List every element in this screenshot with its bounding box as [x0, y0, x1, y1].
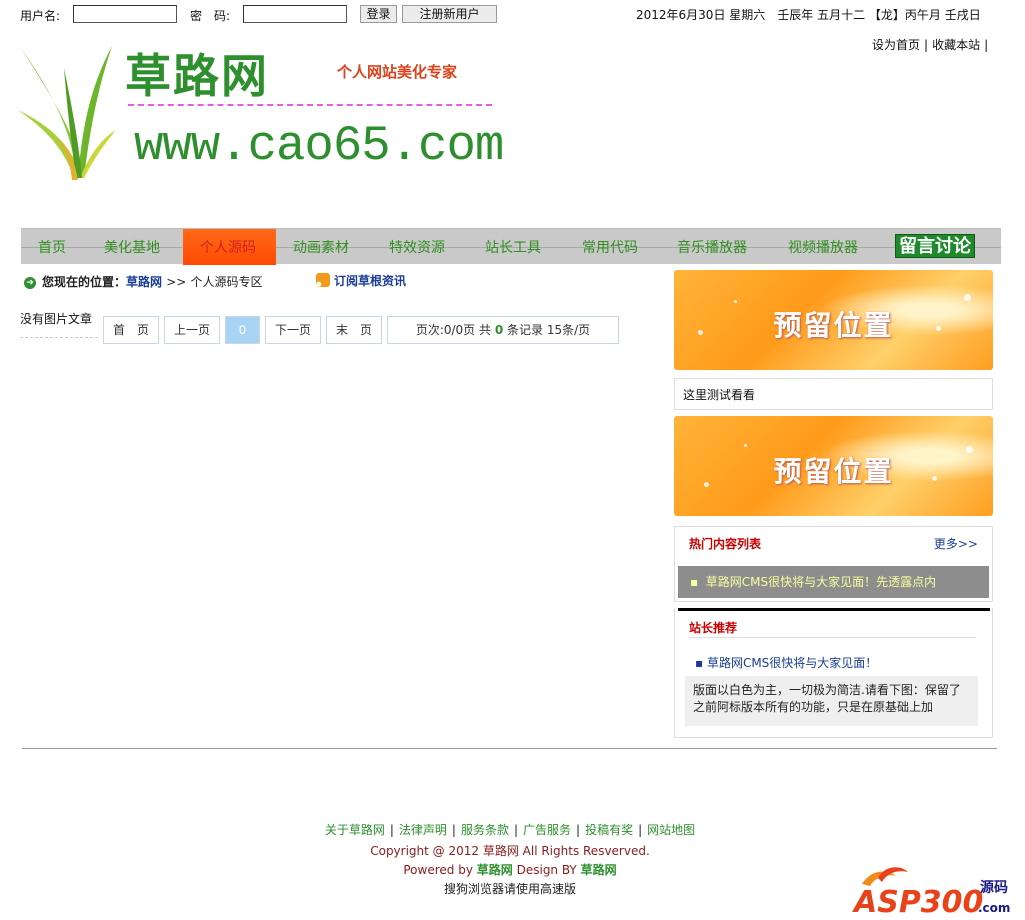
footer-link-ads[interactable]: 广告服务	[523, 823, 571, 837]
nav-item-home[interactable]: 首页	[38, 237, 66, 257]
nav-item-animation[interactable]: 动画素材	[293, 237, 349, 257]
pager-info: 页次:0/0页 共 0 条记录 15条/页	[387, 316, 619, 344]
hot-item-link[interactable]: 草路网CMS很快将与大家见面！先透露点内	[706, 575, 936, 589]
nav-item-effects[interactable]: 特效资源	[389, 237, 445, 257]
svg-text:.com: .com	[978, 901, 1010, 915]
pager-prev-button[interactable]: 上一页	[164, 316, 220, 344]
ad-banner-bottom[interactable]: 预留位置	[674, 416, 993, 516]
asp300-watermark-logo: ASP300 源码 .com	[852, 867, 1010, 917]
powered-name[interactable]: 草路网	[477, 863, 513, 877]
breadcrumb-separator: >>	[166, 275, 187, 289]
logo-divider	[128, 104, 492, 106]
hot-content-panel: 热门内容列表 更多>> ▪ 草路网CMS很快将与大家见面！先透露点内	[674, 526, 993, 602]
top-links: 设为首页 | 收藏本站 |	[872, 36, 992, 53]
set-home-link[interactable]: 设为首页	[872, 38, 920, 52]
hot-more-link[interactable]: 更多>>	[934, 535, 978, 552]
site-slogan: 个人网站美化专家	[337, 63, 458, 81]
banner-placeholder-text: 预留位置	[773, 455, 894, 488]
main-nav: 首页 美化基地 个人源码 动画素材 特效资源 站长工具 常用代码 音乐播放器 视…	[21, 228, 1001, 265]
recommend-divider	[689, 637, 976, 638]
site-url: www.cao65.com	[134, 118, 504, 174]
arrow-right-icon: ➜	[24, 276, 36, 289]
top-link-separator: |	[984, 38, 989, 52]
pager-first-button[interactable]: 首 页	[103, 316, 159, 344]
pager-current-page[interactable]: 0	[225, 316, 260, 344]
pager-info-prefix: 页次:0/0页 共	[415, 323, 491, 337]
pager-last-button[interactable]: 末 页	[326, 316, 382, 344]
register-button[interactable]: 注册新用户	[402, 5, 497, 23]
breadcrumb: ➜ 您现在的位置：草路网 >> 个人源码专区	[24, 273, 263, 290]
footer-sep: |	[389, 823, 394, 837]
breadcrumb-current: 个人源码专区	[190, 275, 263, 289]
ad-banner-top[interactable]: 预留位置	[674, 270, 993, 370]
login-button[interactable]: 登录	[360, 5, 397, 23]
footer-link-sitemap[interactable]: 网站地图	[647, 823, 695, 837]
svg-text:ASP300: ASP300	[852, 885, 983, 917]
sparkle	[734, 300, 737, 303]
pager-info-suffix: 条记录 15条/页	[507, 323, 591, 337]
rss-label[interactable]: 订阅草根资讯	[334, 274, 406, 288]
nav-item-guestbook[interactable]: 留言讨论	[895, 234, 975, 258]
recommend-title: 站长推荐	[689, 621, 738, 635]
footer-sep: |	[576, 823, 581, 837]
username-input[interactable]	[73, 5, 177, 23]
empty-message: 没有图片文章	[20, 310, 98, 338]
date-display: 2012年6月30日 星期六 壬辰年 五月十二 【龙】丙午月 壬戌日	[636, 8, 981, 22]
footer-link-submit[interactable]: 投稿有奖	[585, 823, 633, 837]
breadcrumb-home-link[interactable]: 草路网	[126, 275, 162, 289]
footer-sep: |	[513, 823, 519, 837]
rss-icon	[316, 273, 330, 287]
username-label: 用户名:	[20, 9, 61, 23]
copyright: Copyright @ 2012 草路网 All Rights Resverve…	[370, 844, 650, 858]
pager-record-count: 0	[494, 323, 504, 337]
recommend-item-link[interactable]: 草路网CMS很快将与大家见面！	[707, 656, 877, 670]
footer-link-about[interactable]: 关于草路网	[325, 823, 385, 837]
footer-link-terms[interactable]: 服务条款	[461, 823, 509, 837]
recommend-description: 版面以白色为主，一切极为简洁.请看下图：保留了之前阿标版本所有的功能，只是在原基…	[685, 676, 978, 726]
nav-item-source[interactable]: 个人源码	[200, 237, 256, 257]
powered-prefix: Powered by	[403, 863, 473, 877]
svg-text:源码: 源码	[980, 879, 1008, 896]
password-label: 密 码:	[190, 9, 231, 23]
banner-placeholder-text: 预留位置	[773, 309, 894, 342]
footer-sep: |	[451, 823, 456, 837]
nav-item-common-code[interactable]: 常用代码	[582, 237, 638, 257]
design-prefix: Design BY	[516, 863, 577, 877]
hot-content-title: 热门内容列表	[689, 537, 762, 551]
footer-links: 关于草路网 | 法律声明 | 服务条款 | 广告服务 | 投稿有奖 | 网站地图	[0, 821, 1020, 838]
nav-item-video-player[interactable]: 视频播放器	[788, 237, 858, 257]
test-text-box: 这里测试看看	[674, 378, 993, 410]
grass-logo-icon	[18, 46, 116, 180]
nav-item-webmaster-tools[interactable]: 站长工具	[485, 237, 541, 257]
design-name[interactable]: 草路网	[581, 863, 617, 877]
nav-item-music-player[interactable]: 音乐播放器	[677, 237, 747, 257]
pager-next-button[interactable]: 下一页	[265, 316, 321, 344]
rss-subscribe[interactable]: 订阅草根资讯	[316, 272, 406, 289]
sparkle	[744, 444, 747, 447]
nav-item-beautify[interactable]: 美化基地	[104, 237, 160, 257]
password-input[interactable]	[243, 5, 347, 23]
top-link-separator: |	[924, 38, 929, 52]
sparkle	[964, 294, 971, 301]
breadcrumb-prefix: 您现在的位置：	[42, 275, 127, 289]
recommend-panel: 站长推荐 ▪ 草路网CMS很快将与大家见面！ 版面以白色为主，一切极为简洁.请看…	[674, 608, 993, 738]
hot-list-item[interactable]: ▪ 草路网CMS很快将与大家见面！先透露点内	[678, 566, 989, 598]
site-logo-title[interactable]: 草路网	[125, 40, 269, 106]
footer-sep: |	[638, 823, 643, 837]
recommend-top-border	[678, 608, 990, 611]
footer-divider	[22, 748, 997, 749]
bookmark-link[interactable]: 收藏本站	[932, 38, 980, 52]
recommend-item[interactable]: ▪ 草路网CMS很快将与大家见面！	[695, 654, 877, 671]
footer-link-legal[interactable]: 法律声明	[399, 823, 447, 837]
